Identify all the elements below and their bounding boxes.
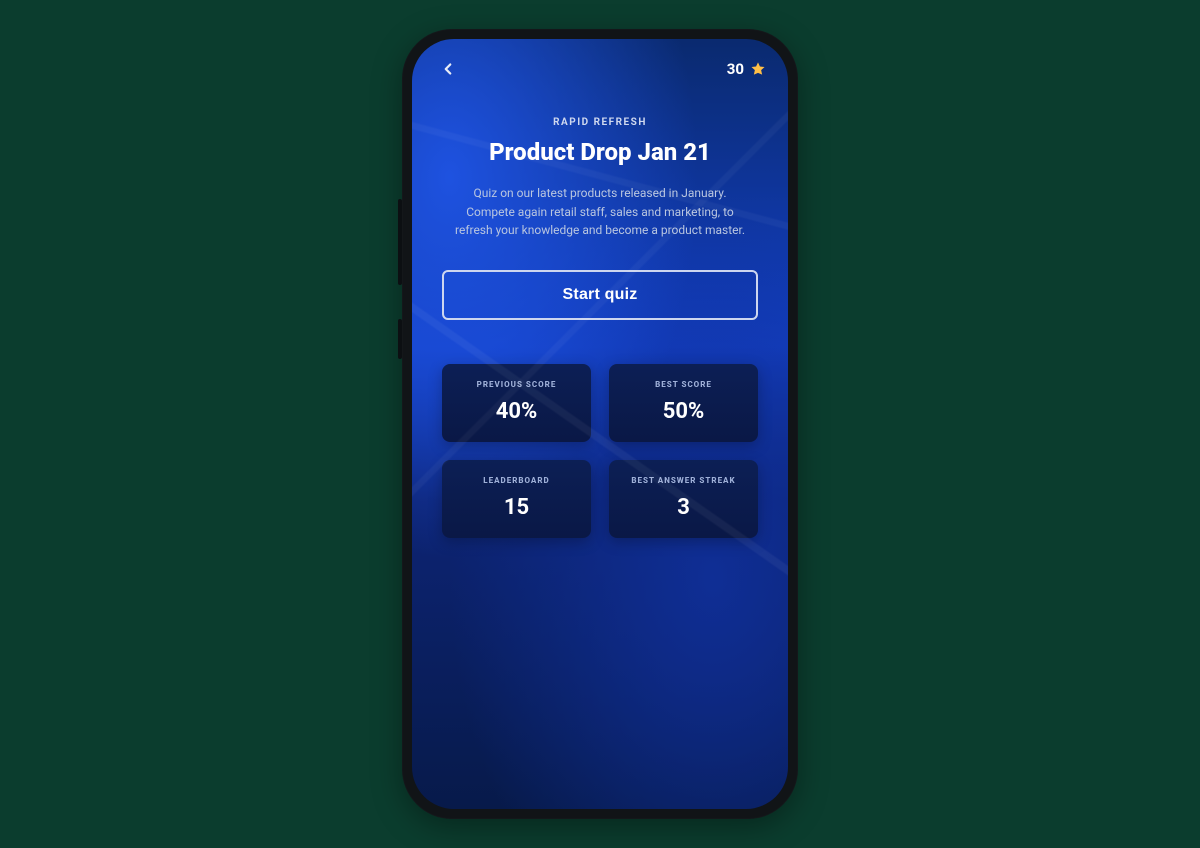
- stat-value: 15: [452, 495, 581, 520]
- volume-button: [398, 199, 402, 285]
- kicker-label: RAPID REFRESH: [442, 117, 758, 128]
- phone-frame: 30 RAPID REFRESH Product Drop Jan 21 Qui…: [402, 29, 798, 819]
- points-badge: 30: [727, 60, 766, 78]
- phone-screen: 30 RAPID REFRESH Product Drop Jan 21 Qui…: [412, 39, 788, 809]
- stats-grid: PREVIOUS SCORE 40% BEST SCORE 50% LEADER…: [412, 320, 788, 538]
- power-button: [398, 319, 402, 359]
- stat-caption: BEST SCORE: [619, 380, 748, 389]
- stat-caption: PREVIOUS SCORE: [452, 380, 581, 389]
- start-quiz-button[interactable]: Start quiz: [442, 270, 758, 320]
- star-icon: [750, 61, 766, 77]
- stat-value: 40%: [452, 399, 581, 424]
- hero-section: RAPID REFRESH Product Drop Jan 21 Quiz o…: [412, 91, 788, 320]
- stat-caption: LEADERBOARD: [452, 476, 581, 485]
- points-value: 30: [727, 60, 744, 78]
- page-description: Quiz on our latest products released in …: [455, 184, 745, 240]
- top-bar: 30: [412, 39, 788, 91]
- stat-caption: BEST ANSWER STREAK: [619, 476, 748, 485]
- page-title: Product Drop Jan 21: [442, 138, 758, 166]
- stat-value: 3: [619, 495, 748, 520]
- stat-previous-score: PREVIOUS SCORE 40%: [442, 364, 591, 442]
- stat-best-streak: BEST ANSWER STREAK 3: [609, 460, 758, 538]
- chevron-left-icon: [439, 60, 457, 78]
- stat-value: 50%: [619, 399, 748, 424]
- stat-leaderboard: LEADERBOARD 15: [442, 460, 591, 538]
- back-button[interactable]: [434, 55, 462, 83]
- stat-best-score: BEST SCORE 50%: [609, 364, 758, 442]
